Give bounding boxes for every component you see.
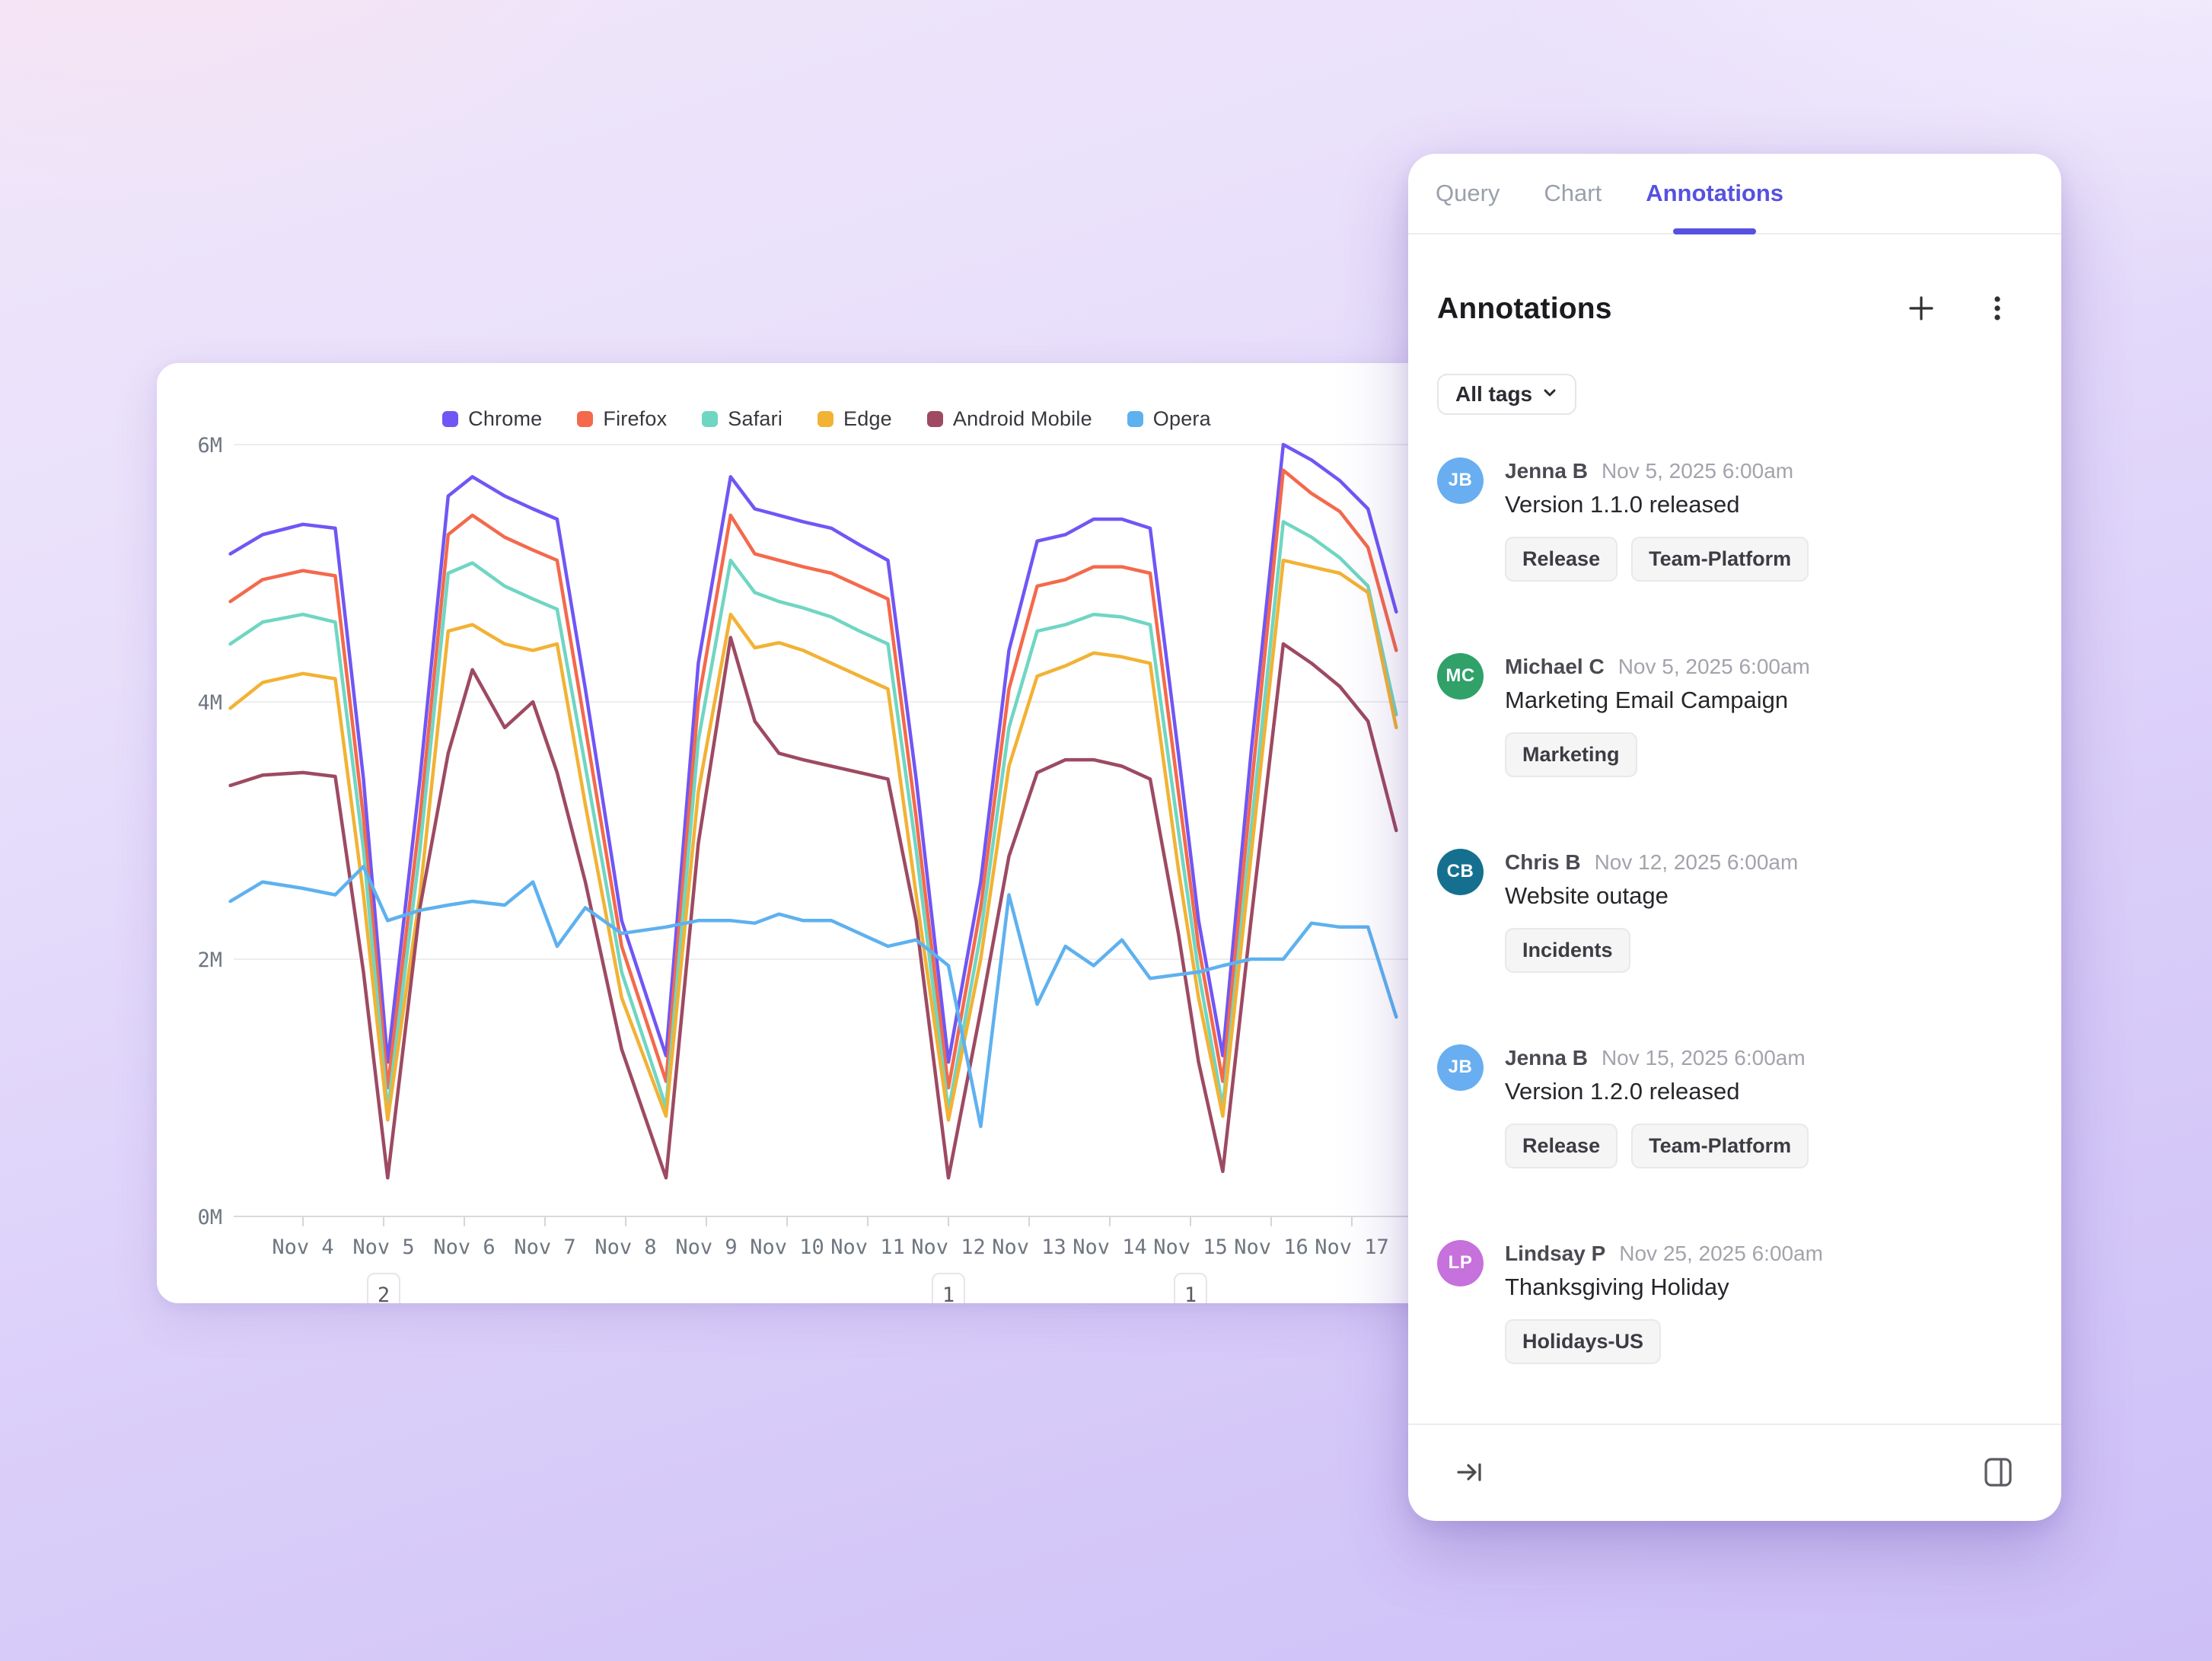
tag-chip: Team-Platform	[1631, 1124, 1809, 1168]
collapse-panel-right-icon	[1454, 1456, 1486, 1490]
x-axis-label: Nov 9	[675, 1235, 737, 1259]
x-axis-label: Nov 7	[514, 1235, 575, 1259]
tag-chip: Marketing	[1505, 732, 1637, 777]
x-axis-label: Nov 8	[594, 1235, 656, 1259]
annotation-author: Michael C	[1505, 655, 1605, 679]
panel-tabs: Query Chart Annotations	[1408, 154, 2061, 234]
panel-header: Annotations	[1408, 234, 2061, 351]
annotation-title: Version 1.1.0 released	[1505, 491, 1809, 518]
y-axis-label: 2M	[197, 948, 222, 972]
annotation-timestamp: Nov 5, 2025 6:00am	[1618, 655, 1810, 679]
annotations-panel: Query Chart Annotations Annotations All ta…	[1408, 154, 2061, 1521]
annotation-tags: Release Team-Platform	[1505, 537, 1809, 582]
plus-icon	[1904, 292, 1938, 327]
tags-filter-label: All tags	[1455, 382, 1532, 406]
annotation-timestamp: Nov 5, 2025 6:00am	[1602, 459, 1793, 483]
annotation-item[interactable]: LP Lindsay P Nov 25, 2025 6:00am Thanksg…	[1437, 1240, 2032, 1364]
chevron-down-icon	[1541, 382, 1558, 406]
annotation-timestamp: Nov 15, 2025 6:00am	[1602, 1046, 1806, 1070]
usage-line-chart[interactable]: 0M 2M 4M 6M Nov 4 Nov 5 Nov 6 Nov 7 Nov 8 Nov 9 No…	[157, 363, 1538, 1303]
annotation-timestamp: Nov 12, 2025 6:00am	[1595, 850, 1799, 875]
annotation-title: Marketing Email Campaign	[1505, 687, 1810, 714]
annotation-item[interactable]: CB Chris B Nov 12, 2025 6:00am Website o…	[1437, 849, 2032, 973]
tab-query[interactable]: Query	[1436, 154, 1500, 233]
annotation-title: Version 1.2.0 released	[1505, 1078, 1809, 1105]
annotation-tags: Marketing	[1505, 732, 1810, 777]
y-axis-label: 6M	[197, 434, 222, 457]
filter-row: All tags	[1408, 351, 2061, 415]
y-axis-label: 0M	[197, 1206, 222, 1229]
chart-card: Chrome Firefox Safari Edge Android Mobil…	[157, 363, 1538, 1303]
panel-footer	[1408, 1423, 2061, 1521]
tag-chip: Release	[1505, 1124, 1618, 1168]
annotation-tags: Release Team-Platform	[1505, 1124, 1809, 1168]
annotation-tags: Incidents	[1505, 928, 1798, 973]
annotation-tags: Holidays-US	[1505, 1319, 1823, 1364]
annotation-item[interactable]: MC Michael C Nov 5, 2025 6:00am Marketin…	[1437, 653, 2032, 777]
x-axis-label: Nov 15	[1153, 1235, 1228, 1259]
x-axis-label: Nov 16	[1234, 1235, 1308, 1259]
annotation-author: Jenna B	[1505, 1046, 1588, 1070]
annotations-list: JB Jenna B Nov 5, 2025 6:00am Version 1.…	[1408, 415, 2061, 1364]
axis-annotation-count: 1	[942, 1283, 955, 1303]
y-axis-label: 4M	[197, 691, 222, 715]
annotation-author: Jenna B	[1505, 459, 1588, 483]
avatar: JB	[1437, 457, 1484, 504]
tag-chip: Incidents	[1505, 928, 1630, 973]
desktop-background: Chrome Firefox Safari Edge Android Mobil…	[0, 0, 2212, 1661]
x-axis-label: Nov 17	[1315, 1235, 1389, 1259]
add-annotation-button[interactable]	[1900, 287, 1943, 332]
split-view-icon	[1981, 1455, 2016, 1492]
panel-title: Annotations	[1437, 292, 1612, 326]
tags-filter-dropdown[interactable]: All tags	[1437, 374, 1576, 415]
layout-toggle-button[interactable]	[1976, 1450, 2020, 1497]
tab-chart[interactable]: Chart	[1544, 154, 1602, 233]
x-axis-label: Nov 10	[750, 1235, 824, 1259]
x-axis-label: Nov 11	[830, 1235, 905, 1259]
tag-chip: Team-Platform	[1631, 537, 1809, 582]
annotation-author: Lindsay P	[1505, 1242, 1605, 1266]
x-axis-label: Nov 14	[1073, 1235, 1147, 1259]
tab-annotations[interactable]: Annotations	[1646, 154, 1783, 233]
annotation-timestamp: Nov 25, 2025 6:00am	[1619, 1242, 1823, 1266]
axis-annotation-count: 2	[378, 1283, 390, 1303]
x-axis-label: Nov 5	[352, 1235, 414, 1259]
annotation-title: Thanksgiving Holiday	[1505, 1274, 1823, 1301]
tag-chip: Holidays-US	[1505, 1319, 1661, 1364]
avatar: MC	[1437, 653, 1484, 700]
x-axis-label: Nov 12	[911, 1235, 986, 1259]
axis-annotation-count: 1	[1184, 1283, 1197, 1303]
avatar: JB	[1437, 1044, 1484, 1091]
annotation-item[interactable]: JB Jenna B Nov 5, 2025 6:00am Version 1.…	[1437, 457, 2032, 582]
annotation-author: Chris B	[1505, 850, 1581, 875]
kebab-menu-icon	[1981, 292, 2014, 327]
x-axis-label: Nov 4	[272, 1235, 333, 1259]
x-axis-label: Nov 6	[433, 1235, 495, 1259]
more-options-button[interactable]	[1976, 287, 2019, 332]
x-axis-label: Nov 13	[992, 1235, 1066, 1259]
annotation-item[interactable]: JB Jenna B Nov 15, 2025 6:00am Version 1…	[1437, 1044, 2032, 1168]
collapse-panel-button[interactable]	[1449, 1452, 1490, 1495]
avatar: CB	[1437, 849, 1484, 895]
tag-chip: Release	[1505, 537, 1618, 582]
avatar: LP	[1437, 1240, 1484, 1286]
annotation-title: Website outage	[1505, 882, 1798, 910]
